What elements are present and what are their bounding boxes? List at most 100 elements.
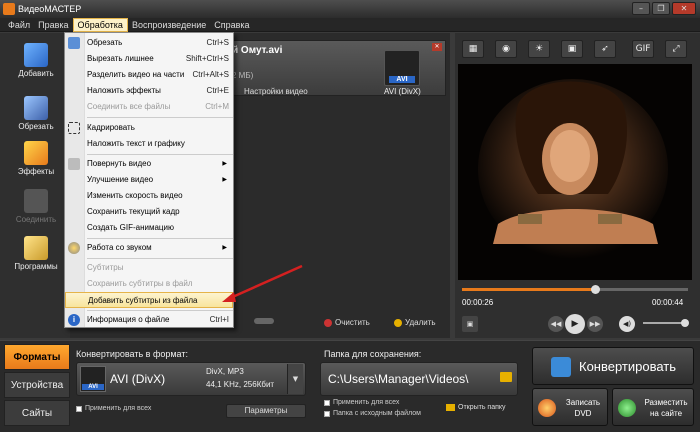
- format-dropdown-icon[interactable]: ▼: [287, 364, 303, 394]
- convert-icon: [551, 357, 571, 377]
- remove-file-icon[interactable]: ✕: [432, 43, 442, 51]
- menu-separator: [87, 238, 233, 239]
- fullscreen-icon[interactable]: ⤢: [665, 40, 687, 58]
- menu-item-join-all[interactable]: Соединить все файлы Ctrl+M: [65, 99, 233, 115]
- format-badge: AVI: [82, 384, 104, 390]
- menu-item-save-frame[interactable]: Сохранить текущий кадр: [65, 204, 233, 220]
- total-time: 00:00:44: [652, 298, 684, 307]
- crop-icon[interactable]: ▦: [462, 40, 484, 58]
- menu-help[interactable]: Справка: [210, 18, 253, 32]
- clear-button[interactable]: Очистить: [324, 318, 370, 327]
- volume-handle[interactable]: [680, 319, 689, 327]
- menu-item-effects[interactable]: Наложить эффекты Ctrl+E: [65, 83, 233, 99]
- dvd-icon: [538, 399, 556, 417]
- join-icon: [24, 189, 48, 213]
- rotate-icon: [68, 158, 80, 170]
- volume-icon[interactable]: ◀): [619, 316, 635, 332]
- publish-site-label: Разместить на сайте: [644, 398, 688, 418]
- menu-item-gif[interactable]: Создать GIF-анимацию: [65, 220, 233, 236]
- brightness-icon[interactable]: ☀: [528, 40, 550, 58]
- video-icon[interactable]: ▣: [561, 40, 583, 58]
- gif-icon[interactable]: GIF: [632, 40, 654, 58]
- video-settings-link[interactable]: Настройки видео: [244, 87, 308, 96]
- next-frame-button[interactable]: ▶▶: [587, 316, 603, 332]
- menu-item-audio[interactable]: Работа со звуком ▶: [65, 240, 233, 256]
- menu-item-crop[interactable]: Кадрировать: [65, 120, 233, 136]
- menu-item-label: Вырезать лишнее: [87, 54, 154, 63]
- menu-item-label: Создать GIF-анимацию: [87, 223, 174, 232]
- menu-item-add-subtitles[interactable]: Добавить субтитры из файла: [65, 292, 233, 308]
- close-button[interactable]: ✕: [672, 2, 696, 15]
- app-icon: [3, 3, 15, 15]
- menu-playback[interactable]: Воспроизведение: [128, 18, 210, 32]
- apply-all-checkbox[interactable]: Применить для всех: [76, 405, 151, 412]
- menu-separator: [87, 310, 233, 311]
- publish-site-button[interactable]: Разместить на сайте: [612, 388, 694, 426]
- join-label: Соединить: [15, 215, 57, 224]
- seek-bar[interactable]: [462, 285, 688, 294]
- volume-slider[interactable]: [643, 319, 689, 327]
- video-preview[interactable]: [458, 64, 692, 280]
- menu-item-shortcut: Ctrl+S: [206, 38, 229, 47]
- menu-item-cut[interactable]: Обрезать Ctrl+S: [65, 35, 233, 51]
- menu-item-text-graphics[interactable]: Наложить текст и графику: [65, 136, 233, 152]
- open-folder-button[interactable]: Открыть папку: [446, 404, 506, 411]
- cut-label: Обрезать: [18, 122, 54, 131]
- burn-dvd-button[interactable]: Записать DVD: [532, 388, 608, 426]
- apply-all-box[interactable]: [76, 405, 82, 412]
- effects-icon: [24, 141, 48, 165]
- tab-sites[interactable]: Сайты: [4, 400, 70, 426]
- apply-all-label: Применить для всех: [85, 405, 152, 412]
- programs-button[interactable]: Программы: [10, 230, 62, 282]
- browse-folder-icon[interactable]: [500, 372, 512, 382]
- speed-icon[interactable]: ➶: [594, 40, 616, 58]
- maximize-button[interactable]: ❐: [652, 2, 670, 15]
- source-folder-box[interactable]: [324, 410, 330, 417]
- menu-item-remove-extra[interactable]: Вырезать лишнее Shift+Ctrl+S: [65, 51, 233, 67]
- submenu-arrow-icon: ▶: [222, 245, 227, 251]
- title-bar: ВидеоМАСТЕР – ❐ ✕: [0, 0, 700, 18]
- delete-icon: [394, 318, 402, 327]
- play-button[interactable]: ▶: [565, 314, 585, 334]
- tab-formats[interactable]: Форматы: [4, 344, 70, 370]
- parameters-button[interactable]: Параметры: [226, 404, 306, 418]
- window-title: ВидеоМАСТЕР: [18, 4, 82, 14]
- menu-item-speed[interactable]: Изменить скорость видео: [65, 188, 233, 204]
- parameters-label: Параметры: [244, 406, 288, 415]
- add-button[interactable]: Добавить: [10, 37, 62, 89]
- file-name: й Омут.avi: [232, 45, 283, 56]
- menu-processing[interactable]: Обработка: [72, 17, 128, 32]
- menu-item-rotate[interactable]: Повернуть видео ▶: [65, 156, 233, 172]
- convert-button[interactable]: Конвертировать: [532, 347, 694, 385]
- menu-edit[interactable]: Правка: [34, 18, 72, 32]
- snapshot-icon[interactable]: ◉: [495, 40, 517, 58]
- seek-progress: [462, 288, 596, 291]
- avi-format-icon: AVI: [384, 50, 420, 86]
- tab-devices[interactable]: Устройства: [4, 372, 70, 398]
- menu-item-save-subtitles[interactable]: Сохранить субтитры в файл: [65, 276, 233, 292]
- view-toggle-icon: [254, 318, 274, 324]
- menu-item-split[interactable]: Разделить видео на части Ctrl+Alt+S: [65, 67, 233, 83]
- menu-item-label: Субтитры: [87, 263, 124, 272]
- menu-item-enhance[interactable]: Улучшение видео ▶: [65, 172, 233, 188]
- menu-item-subtitles[interactable]: Субтитры: [65, 260, 233, 276]
- clear-icon: [324, 318, 332, 327]
- join-button[interactable]: Соединить: [10, 183, 62, 235]
- delete-button[interactable]: Удалить: [394, 318, 436, 327]
- processing-menu: Обрезать Ctrl+S Вырезать лишнее Shift+Ct…: [64, 32, 234, 328]
- menu-file[interactable]: Файл: [4, 18, 34, 32]
- apply-all-save-box[interactable]: [324, 399, 330, 406]
- prev-frame-button[interactable]: ◀◀: [548, 316, 564, 332]
- menu-item-shortcut: Ctrl+M: [205, 102, 229, 111]
- view-toggle[interactable]: [254, 318, 274, 324]
- menu-item-label: Улучшение видео: [87, 175, 154, 184]
- effects-button[interactable]: Эффекты: [10, 135, 62, 187]
- source-folder-checkbox[interactable]: Папка с исходным файлом: [324, 410, 421, 417]
- add-label: Добавить: [18, 69, 54, 78]
- apply-all-save-checkbox[interactable]: Применить для всех: [324, 399, 399, 406]
- snapshot-small-icon[interactable]: ▣: [462, 316, 478, 332]
- menu-item-file-info[interactable]: i Информация о файле Ctrl+I: [65, 312, 233, 328]
- menu-bar: Файл Правка Обработка Воспроизведение Сп…: [0, 17, 700, 32]
- minimize-button[interactable]: –: [632, 2, 650, 15]
- open-folder-label: Открыть папку: [458, 404, 506, 411]
